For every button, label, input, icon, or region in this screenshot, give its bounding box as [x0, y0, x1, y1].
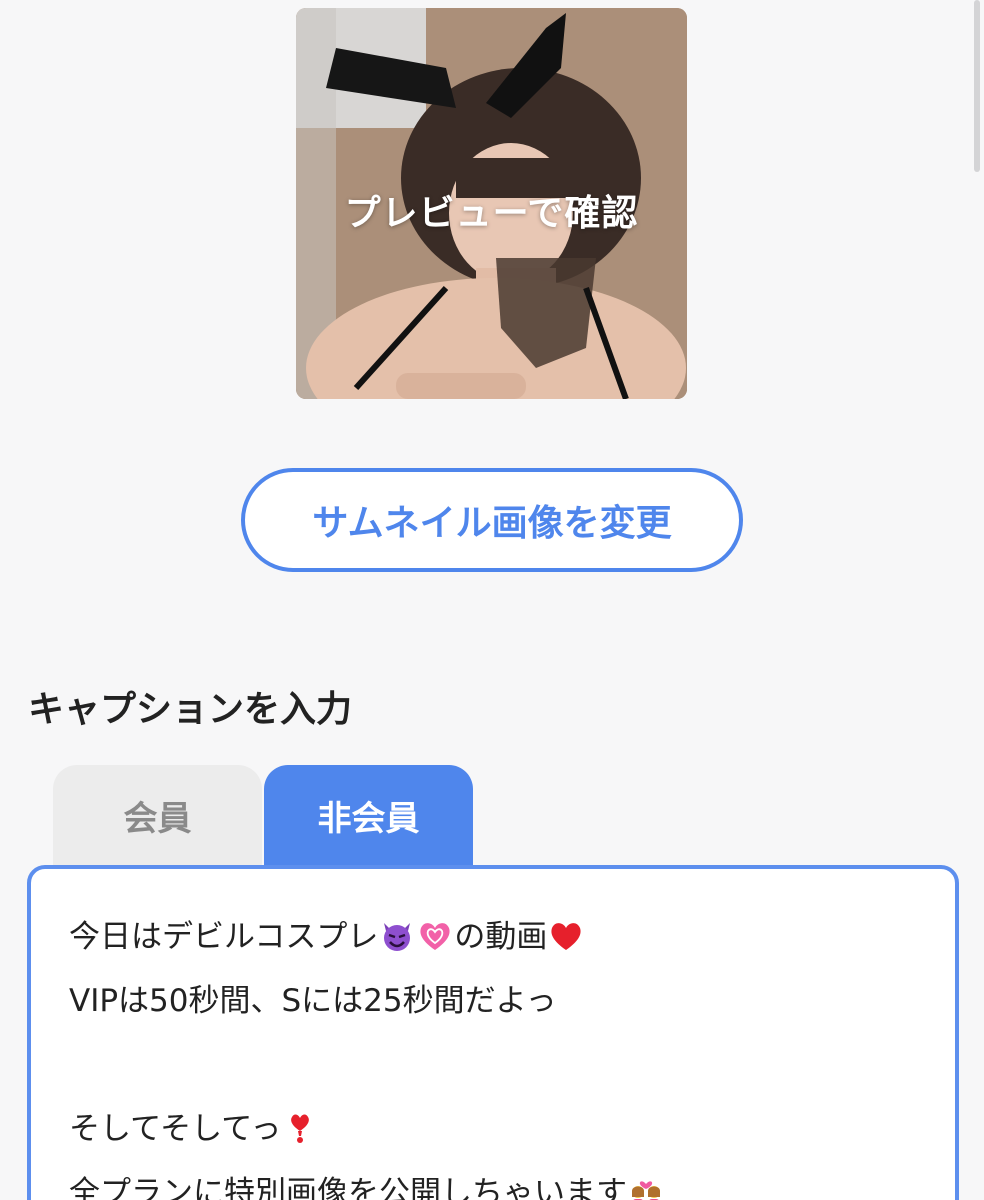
caption-text: 今日はデビルコスプレ [69, 919, 379, 955]
caption-text: 全プランに特別画像を公開しちゃいます [69, 1175, 627, 1200]
caption-section-title: キャプションを入力 [28, 689, 353, 730]
page-scrollbar[interactable] [974, 0, 980, 172]
post-edit-screen: プレビューで確認 サムネイル画像を変更 キャプションを入力 会員 非会員 今日は… [0, 0, 984, 1200]
exclamation-heart-emoji-icon [291, 1114, 310, 1143]
caption-line: そしてそしてっ [69, 1097, 917, 1161]
tab-non-members[interactable]: 非会員 [264, 765, 473, 865]
tab-members[interactable]: 会員 [53, 765, 262, 865]
caption-line: VIPは50秒間、Sには25秒間だよっ [69, 983, 557, 1019]
caption-text-after: の動画 [454, 919, 548, 955]
growing-heart-emoji-icon [420, 923, 450, 950]
caption-text: そしてそしてっ [69, 1111, 282, 1147]
caption-line: 全プランに特別画像を公開しちゃいます [69, 1161, 917, 1200]
preview-label: プレビューで確認 [344, 193, 639, 234]
couple-with-heart-emoji-icon [632, 1181, 660, 1200]
caption-line: 今日はデビルコスプレ の動画 [69, 905, 917, 969]
caption-line [69, 1033, 917, 1097]
smiling-devil-emoji-icon [384, 923, 411, 951]
caption-textarea[interactable]: 今日はデビルコスプレ の動画 VIPは50秒間、Sには25秒間だよっ そしてそして… [27, 865, 959, 1200]
change-thumbnail-button[interactable]: サムネイル画像を変更 [241, 468, 743, 572]
red-heart-emoji-icon [551, 923, 581, 950]
thumbnail-preview[interactable]: プレビューで確認 [296, 8, 687, 399]
